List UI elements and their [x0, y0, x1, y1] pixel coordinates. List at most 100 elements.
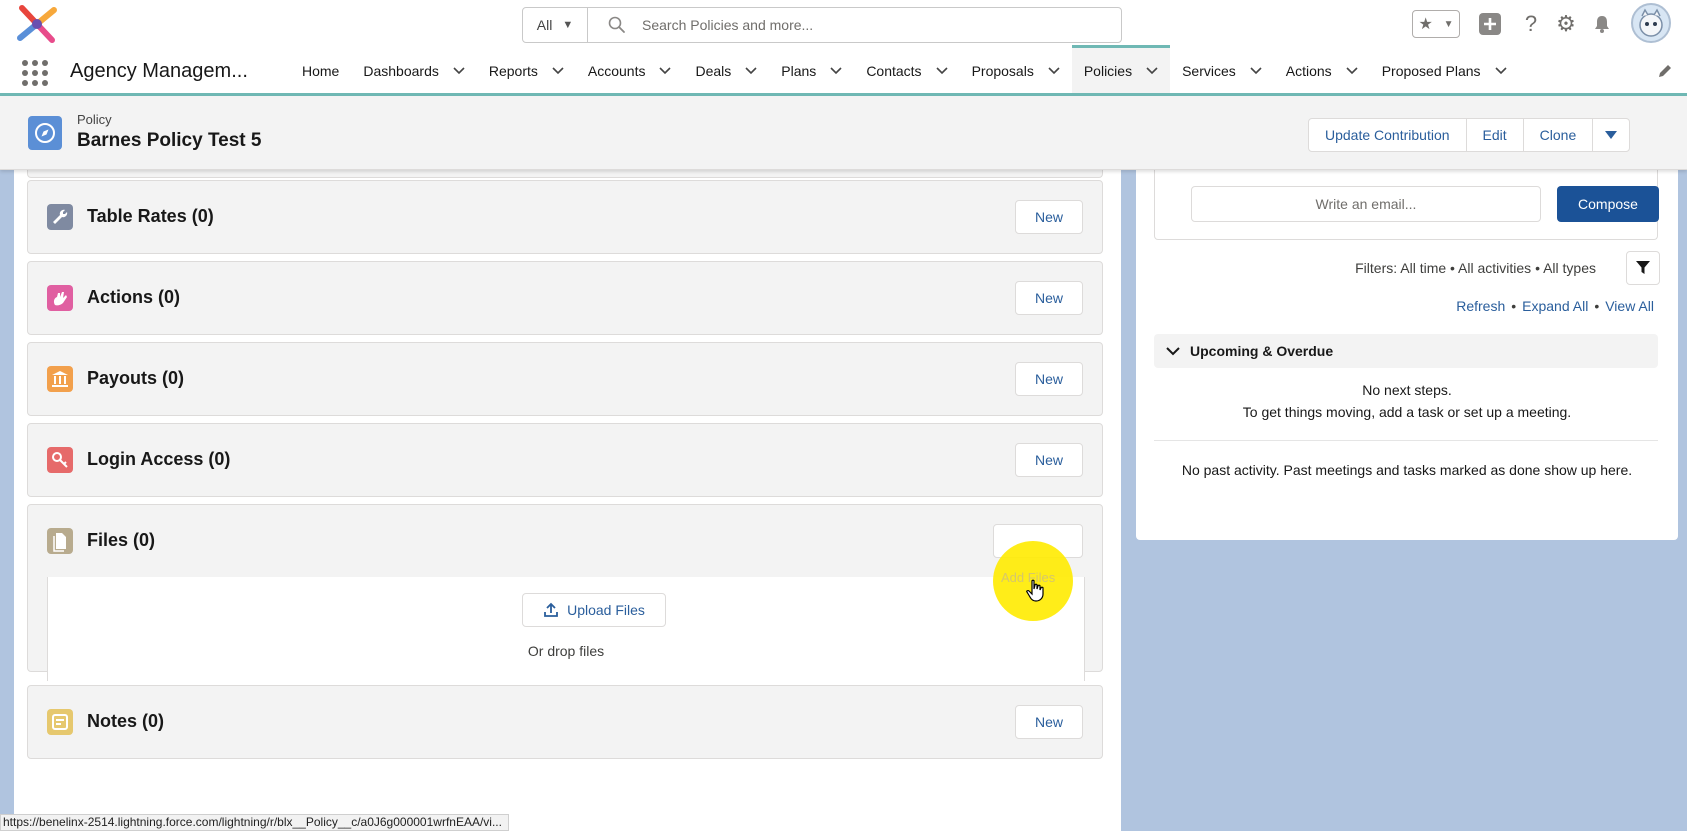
card-header: Notes (0) New	[28, 686, 1102, 758]
tab-label: Policies	[1083, 62, 1133, 79]
tab-reports[interactable]: Reports	[477, 48, 576, 93]
upcoming-overdue-label: Upcoming & Overdue	[1190, 343, 1334, 359]
tab-proposed-plans[interactable]: Proposed Plans	[1370, 48, 1519, 93]
chevron-down-icon[interactable]	[1346, 66, 1358, 75]
new-button[interactable]: New	[1015, 200, 1083, 234]
chevron-down-icon[interactable]	[1250, 66, 1262, 75]
tab-contacts[interactable]: Contacts	[854, 48, 959, 93]
card-title[interactable]: Actions (0)	[87, 287, 180, 308]
card-header: Login Access (0) New	[28, 424, 1102, 496]
add-icon[interactable]	[1478, 12, 1502, 36]
chevron-down-icon[interactable]	[1146, 66, 1158, 75]
tab-accounts[interactable]: Accounts	[576, 48, 684, 93]
file-icon	[47, 528, 73, 554]
card-header: Actions (0) New	[28, 262, 1102, 334]
related-list-card: Login Access (0) New	[27, 423, 1103, 497]
card-title[interactable]: Login Access (0)	[87, 449, 230, 470]
chevron-down-icon[interactable]	[659, 66, 672, 75]
tab-proposals[interactable]: Proposals	[960, 48, 1072, 93]
caret-down-icon[interactable]: ▼	[1444, 19, 1454, 30]
tab-services[interactable]: Services	[1170, 48, 1274, 93]
hand-cursor-icon	[1026, 579, 1044, 602]
email-input[interactable]: Write an email...	[1191, 186, 1541, 222]
tab-actions[interactable]: Actions	[1274, 48, 1370, 93]
tab-label: Home	[302, 62, 340, 79]
tab-label: Reports	[488, 62, 538, 79]
expand-all-link[interactable]: Expand All	[1522, 298, 1588, 314]
filter-icon	[1636, 261, 1650, 274]
org-logo[interactable]	[12, 2, 62, 46]
caret-down-icon: ▼	[562, 19, 574, 31]
update-contribution-button[interactable]: Update Contribution	[1309, 119, 1467, 151]
policy-record-icon	[28, 116, 62, 150]
tab-policies[interactable]: Policies	[1071, 45, 1171, 96]
app-nav-bar: Agency Managem... Home Dashboards Reports A…	[0, 45, 1687, 96]
more-actions-button[interactable]	[1593, 119, 1629, 151]
new-button[interactable]: New	[1015, 362, 1083, 396]
bell-icon[interactable]	[1590, 12, 1614, 36]
favorites-button-group[interactable]: ★ ▼	[1412, 10, 1460, 38]
related-lists-panel: Table Rates (0) New Actions (0) New Payouts …	[14, 166, 1121, 831]
upload-files-button[interactable]: Upload Files	[522, 593, 666, 627]
card-header: Files (0)Add Files	[28, 505, 1102, 577]
related-list-card: Actions (0) New	[27, 261, 1103, 335]
star-icon[interactable]: ★	[1418, 14, 1432, 34]
search-input[interactable]: Search Policies and more...	[642, 17, 813, 33]
search-scope-select[interactable]: All ▼	[523, 8, 588, 42]
user-avatar[interactable]	[1631, 3, 1671, 43]
upload-files-label: Upload Files	[567, 602, 645, 618]
search-scope-label: All	[536, 17, 553, 33]
related-list-card: Notes (0) New	[27, 685, 1103, 759]
tab-label: Contacts	[866, 62, 922, 79]
chevron-down-icon[interactable]	[935, 66, 948, 75]
new-button[interactable]: New	[1015, 281, 1083, 315]
view-all-link[interactable]: View All	[1605, 298, 1654, 314]
upcoming-overdue-section[interactable]: Upcoming & Overdue	[1154, 334, 1658, 368]
email-composer: Write an email... Compose	[1154, 170, 1659, 240]
gear-icon[interactable]: ⚙	[1554, 11, 1578, 36]
files-drop-zone[interactable]: Upload Files Or drop files	[47, 577, 1085, 681]
record-header: Policy Barnes Policy Test 5 Update Contr…	[0, 96, 1687, 170]
divider	[1154, 440, 1658, 441]
card-title[interactable]: Payouts (0)	[87, 368, 184, 389]
related-list-card: Table Rates (0) New	[27, 180, 1103, 254]
wrench-icon	[47, 204, 73, 230]
tab-label: Proposals	[971, 62, 1034, 79]
refresh-link[interactable]: Refresh	[1456, 298, 1505, 314]
tab-label: Dashboards	[363, 62, 439, 79]
chevron-down-icon[interactable]	[830, 66, 842, 75]
tab-home[interactable]: Home	[290, 48, 351, 93]
tab-deals[interactable]: Deals	[683, 48, 769, 93]
tab-label: Proposed Plans	[1381, 62, 1481, 79]
edit-button[interactable]: Edit	[1467, 119, 1524, 151]
no-past-activity-text: No past activity. Past meetings and task…	[1181, 462, 1633, 478]
record-actions: Update Contribution Edit Clone	[1308, 118, 1631, 152]
filter-button[interactable]	[1626, 251, 1660, 285]
chevron-down-icon[interactable]	[745, 66, 757, 75]
chevron-down-icon[interactable]	[1494, 66, 1507, 75]
clone-button[interactable]: Clone	[1524, 119, 1594, 151]
help-icon[interactable]: ?	[1519, 11, 1543, 36]
upload-icon	[544, 602, 558, 617]
card-title[interactable]: Table Rates (0)	[87, 206, 214, 227]
note-icon	[47, 709, 73, 735]
tab-plans[interactable]: Plans	[769, 48, 854, 93]
global-search[interactable]: All ▼ Search Policies and more...	[522, 7, 1122, 43]
new-button[interactable]: New	[1015, 443, 1083, 477]
chevron-down-icon[interactable]	[552, 66, 564, 75]
global-header: All ▼ Search Policies and more... ★ ▼ ? …	[0, 0, 1687, 48]
tab-dashboards[interactable]: Dashboards	[351, 48, 477, 93]
tab-label: Services	[1182, 62, 1236, 79]
card-title[interactable]: Files (0)	[87, 530, 155, 551]
card-title[interactable]: Notes (0)	[87, 711, 164, 732]
pencil-icon[interactable]	[1656, 62, 1674, 80]
compose-button[interactable]: Compose	[1557, 186, 1659, 222]
no-next-steps-hint: To get things moving, add a task or set …	[1242, 404, 1572, 420]
card-header: Table Rates (0) New	[28, 181, 1102, 253]
new-button[interactable]: New	[1015, 705, 1083, 739]
chevron-down-icon[interactable]	[1048, 66, 1060, 75]
activity-panel: Write an email... Compose Filters: All t…	[1136, 170, 1678, 540]
chevron-down-icon[interactable]	[453, 66, 465, 75]
app-launcher-icon[interactable]	[22, 60, 48, 86]
drop-files-text: Or drop files	[527, 643, 605, 659]
